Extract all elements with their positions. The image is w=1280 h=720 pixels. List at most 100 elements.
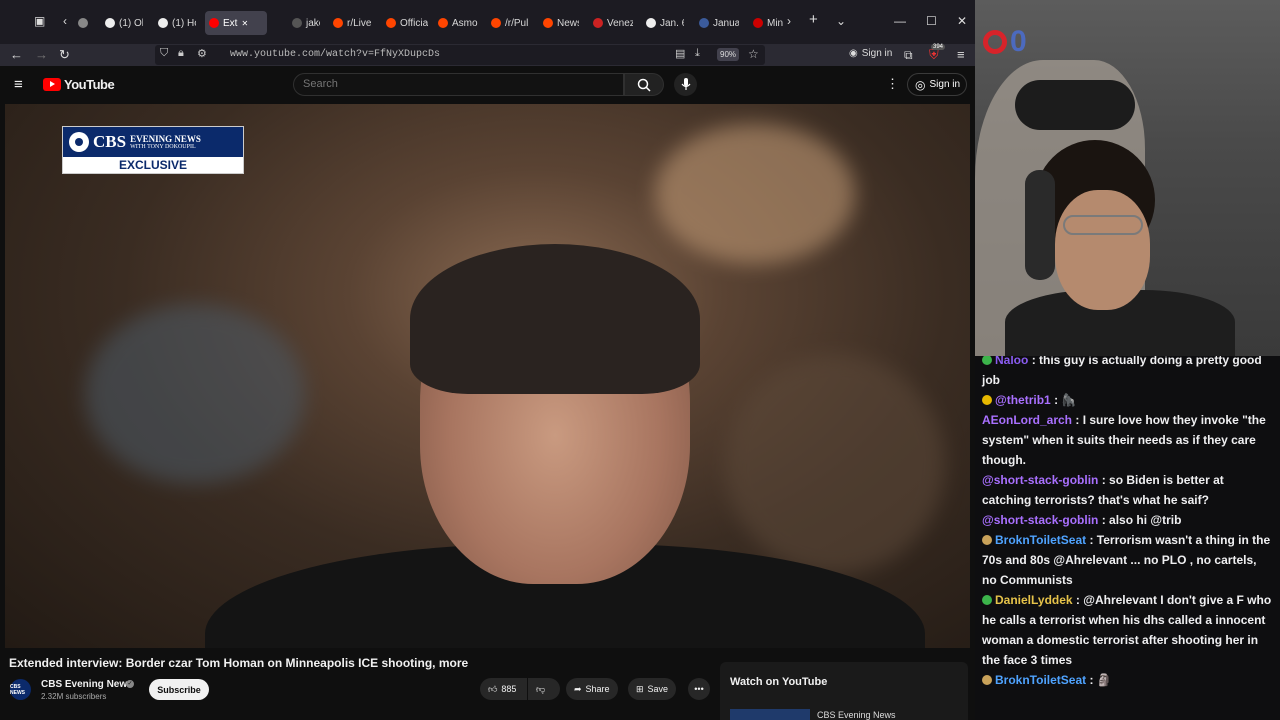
reader-view-icon[interactable]: ▤ (675, 47, 685, 60)
like-button[interactable]: 👍︎ 885 (480, 678, 527, 700)
browser-tab[interactable]: (1) Ol (105, 11, 143, 35)
address-bar[interactable]: ⛉ 🔒︎ ⚙ www.youtube.com/watch?v=FfNyXDupc… (155, 45, 765, 65)
save-page-icon[interactable]: ⤓ (695, 47, 700, 60)
watch-on-youtube-panel[interactable]: Watch on YouTube CBS Evening News (720, 662, 968, 720)
chat-message: @short-stack-goblin : also hi @trib (982, 510, 1274, 530)
list-tabs-icon[interactable]: ⌄ (836, 14, 846, 28)
tab-favicon-icon (105, 18, 115, 28)
app-menu-icon[interactable]: ≡ (957, 47, 965, 63)
youtube-signin-button[interactable]: ◎ Sign in (907, 73, 967, 96)
chat-message: BroknToiletSeat : 🗿 (982, 670, 1274, 690)
youtube-logo-text: YouTube (64, 77, 115, 92)
forward-icon[interactable]: → (35, 47, 48, 63)
browser-tab[interactable]: Asmo (438, 11, 478, 35)
chat-message: DanielLyddek : @Ahrelevant I don't give … (982, 590, 1274, 670)
browser-nav-bar: ← → ↻ ⛉ 🔒︎ ⚙ www.youtube.com/watch?v=FfN… (0, 44, 975, 66)
share-button[interactable]: ➦ Share (566, 678, 618, 700)
youtube-logo[interactable]: YouTube (43, 77, 115, 92)
back-icon[interactable]: ← (10, 47, 23, 63)
tab-scroll-left-icon[interactable]: ‹ (63, 14, 67, 28)
thumbs-down-icon: 👎︎ (536, 683, 546, 694)
microphone-icon (681, 78, 690, 90)
browser-tab-bar: ▣ ‹ op(1) Ol(1) HoExt✕jake-gr/LiveOffici… (0, 0, 975, 44)
tab-label: Min (767, 17, 784, 29)
shield-icon[interactable]: ⛉ (160, 47, 168, 60)
url-text[interactable]: www.youtube.com/watch?v=FfNyXDupcDs (230, 49, 440, 60)
watch-on-youtube-label: Watch on YouTube (730, 676, 828, 688)
glasses (1063, 215, 1143, 235)
channel-name[interactable]: CBS Evening News (41, 679, 133, 690)
browser-tab[interactable]: Officia (386, 11, 428, 35)
subscribe-button[interactable]: Subscribe (149, 679, 209, 700)
close-window-icon[interactable]: ✕ (957, 14, 967, 28)
reload-icon[interactable]: ↻ (59, 47, 70, 63)
chat-message: @short-stack-goblin : so Biden is better… (982, 470, 1274, 510)
save-label: Save (647, 684, 669, 694)
tab-close-icon[interactable]: ✕ (241, 19, 248, 28)
chat-username[interactable]: @thetrib1 (995, 393, 1051, 407)
tab-favicon-icon (699, 18, 709, 28)
browser-tab[interactable]: Venez (593, 11, 633, 35)
more-actions-button[interactable]: ••• (688, 678, 710, 700)
related-video-thumbnail[interactable] (730, 709, 810, 720)
voice-search-button[interactable] (674, 73, 697, 96)
more-options-icon[interactable]: ⋮ (886, 76, 899, 92)
maximize-icon[interactable]: ☐ (926, 14, 937, 28)
tab-overview-icon[interactable]: ▣ (34, 14, 45, 28)
channel-avatar[interactable]: CBS NEWS (10, 679, 31, 700)
extensions-icon[interactable]: ⧉ (904, 47, 913, 63)
browser-tab[interactable]: op (78, 11, 92, 35)
dislike-button[interactable]: 👎︎ (528, 678, 560, 700)
tab-favicon-icon (158, 18, 168, 28)
more-horizontal-icon: ••• (694, 684, 704, 694)
browser-tab[interactable]: /r/Pul (491, 11, 533, 35)
chat-username[interactable]: AEonLord_arch (982, 413, 1072, 427)
search-input[interactable] (303, 78, 603, 90)
chat-message: Naloo : this guy is actually doing a pre… (982, 356, 1274, 390)
chat-username[interactable]: BroknToiletSeat (995, 533, 1086, 547)
chat-username[interactable]: @short-stack-goblin (982, 513, 1098, 527)
save-button[interactable]: ⊞ Save (628, 678, 677, 700)
tab-scroll-right-icon[interactable]: › (787, 14, 791, 28)
chat-message: @thetrib1 : 🦍 (982, 390, 1274, 410)
stream-overlay-counter: 0 (983, 25, 1027, 59)
chat-username[interactable]: DanielLyddek (995, 593, 1073, 607)
stream-chat: Naloo : this guy is actually doing a pre… (975, 356, 1280, 720)
browser-tab[interactable]: News (543, 11, 579, 35)
cbs-program-anchor: WITH TONY DOKOUPIL (130, 144, 196, 150)
tab-label: (1) Ol (119, 17, 143, 29)
browser-tab[interactable]: (1) Ho (158, 11, 196, 35)
account-signin-button[interactable]: ◉ Sign in (849, 48, 892, 59)
chat-username[interactable]: Naloo (995, 356, 1028, 367)
youtube-signin-label: Sign in (929, 79, 961, 90)
browser-tab[interactable]: jake-g (292, 11, 320, 35)
browser-tab[interactable]: Min (753, 11, 785, 35)
chat-badge-icon (982, 675, 992, 685)
new-tab-icon[interactable]: + (809, 11, 818, 28)
search-button[interactable] (624, 73, 664, 96)
permissions-icon[interactable]: ⚙ (197, 47, 207, 60)
bookmark-star-icon[interactable]: ☆ (748, 47, 759, 61)
chat-badge-icon (982, 535, 992, 545)
zoom-level[interactable]: 90% (717, 48, 740, 61)
video-title: Extended interview: Border czar Tom Homa… (9, 656, 469, 670)
tab-favicon-icon (386, 18, 396, 28)
browser-tab[interactable]: Jan. 6 (646, 11, 684, 35)
video-player[interactable]: CBS EVENING NEWS WITH TONY DOKOUPIL EXCL… (5, 104, 970, 648)
subscriber-count: 2.32M subscribers (41, 692, 107, 701)
search-box[interactable] (293, 73, 624, 96)
background-blur (725, 354, 945, 574)
guide-menu-icon[interactable]: ≡ (14, 76, 23, 93)
chat-username[interactable]: @short-stack-goblin (982, 473, 1098, 487)
chat-username[interactable]: BroknToiletSeat (995, 673, 1086, 687)
browser-tab[interactable]: Janua (699, 11, 739, 35)
tab-label: Ext (223, 17, 238, 29)
lock-icon[interactable]: 🔒︎ (178, 47, 184, 60)
browser-tab[interactable]: Ext ✕ (205, 11, 267, 35)
save-icon: ⊞ (636, 683, 644, 694)
chat-badge-icon (982, 395, 992, 405)
tab-label: Officia (400, 17, 428, 29)
verified-badge-icon: ✓ (126, 680, 134, 688)
minimize-icon[interactable]: — (894, 14, 906, 28)
browser-tab[interactable]: r/Live (333, 11, 373, 35)
